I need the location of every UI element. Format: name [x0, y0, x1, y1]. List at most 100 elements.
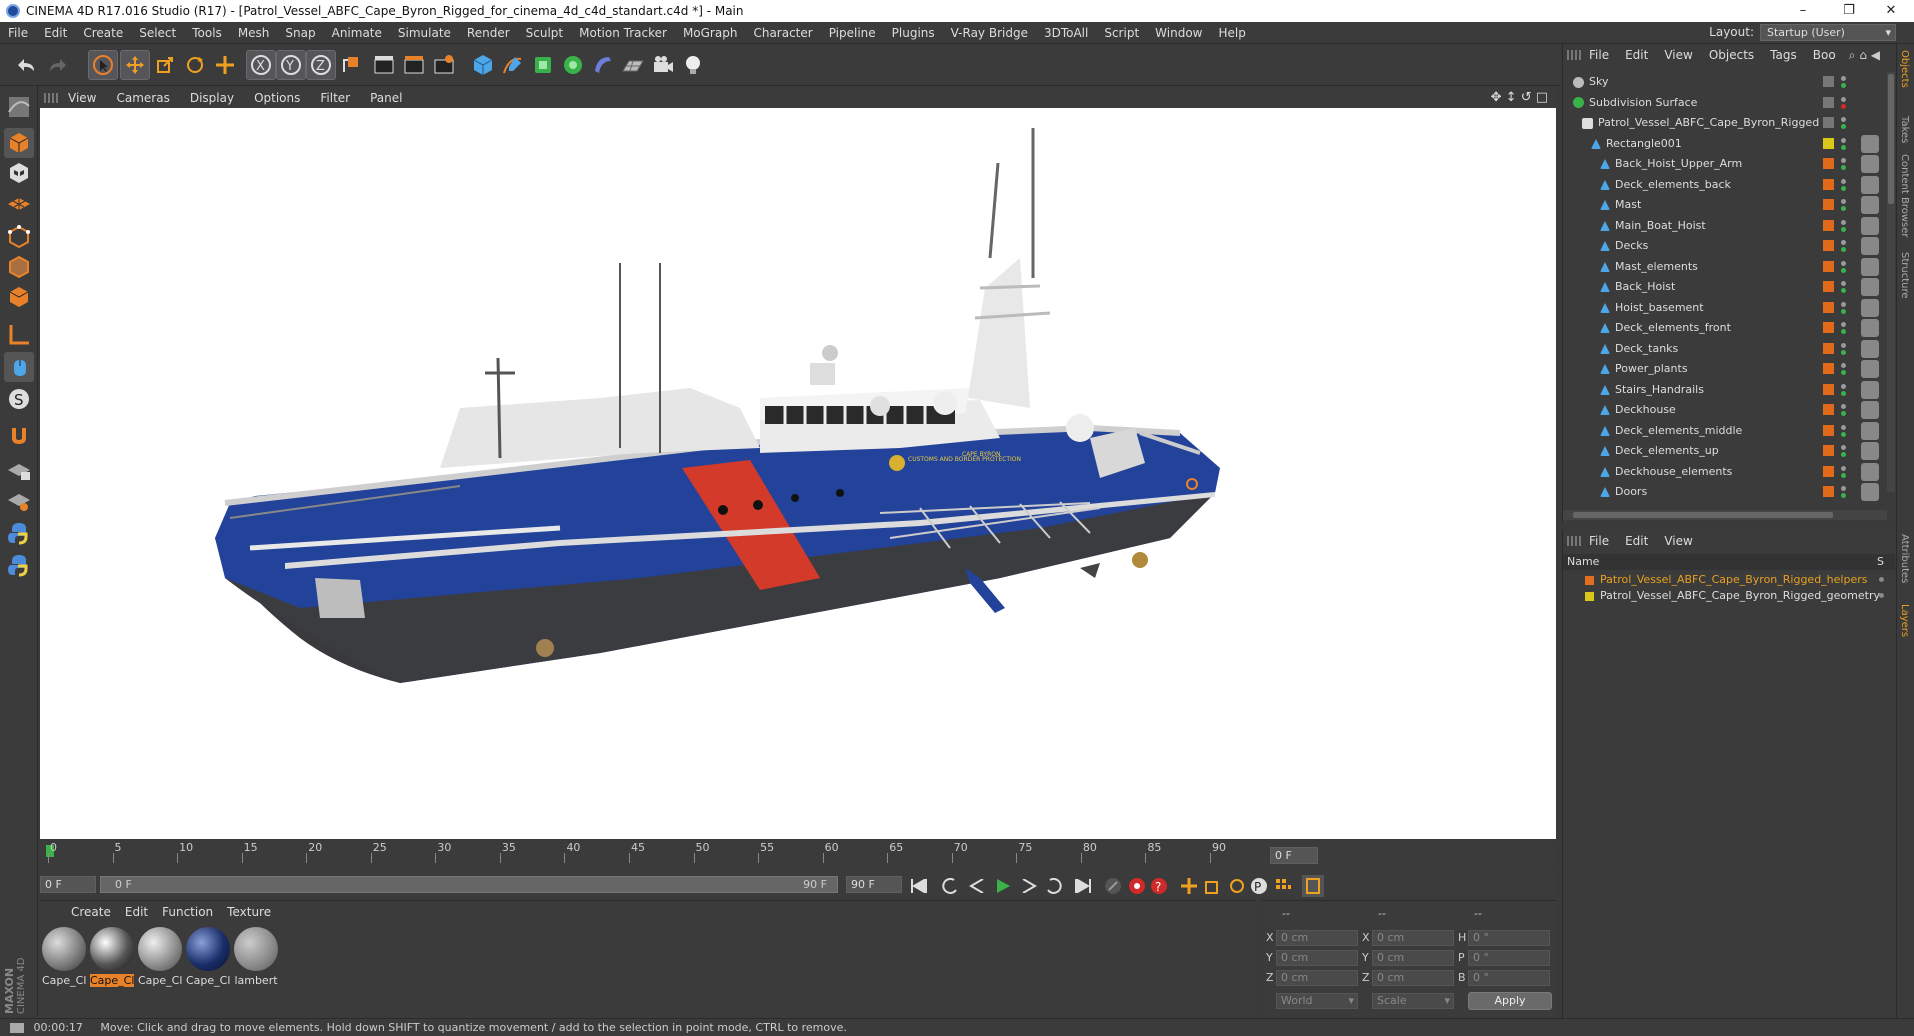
go-to-end-icon[interactable] — [1072, 875, 1094, 897]
layer-tag-icon[interactable] — [1823, 342, 1834, 354]
menu-script[interactable]: Script — [1096, 26, 1147, 40]
editor-visibility-dot[interactable] — [1841, 219, 1846, 225]
object-row[interactable]: Patrol_Vessel_ABFC_Cape_Byron_Rigged — [1563, 113, 1895, 133]
material-swatch-selected[interactable]: Cape_Cl — [90, 927, 134, 987]
object-row[interactable]: Power_plants — [1563, 359, 1895, 379]
rot-h-field[interactable]: 0 ° — [1468, 930, 1550, 946]
texture-mode-icon[interactable] — [4, 158, 34, 188]
menu-snap[interactable]: Snap — [277, 26, 323, 40]
editor-visibility-dot[interactable] — [1841, 117, 1846, 122]
menu-window[interactable]: Window — [1147, 26, 1210, 40]
undo-icon[interactable] — [10, 50, 40, 80]
render-visibility-dot[interactable] — [1841, 124, 1846, 129]
layer-tag-icon[interactable] — [1823, 281, 1834, 292]
render-visibility-dot[interactable] — [1841, 329, 1846, 334]
object-row[interactable]: Doors — [1563, 482, 1895, 502]
preview-range-slider[interactable]: 0 F 90 F — [100, 876, 838, 893]
object-hscrollbar[interactable] — [1563, 510, 1887, 520]
layer-solo-dot[interactable] — [1879, 593, 1884, 598]
scale-tool-icon[interactable] — [150, 50, 180, 80]
redo-icon[interactable] — [44, 50, 74, 80]
viewport-menu-panel[interactable]: Panel — [360, 91, 412, 105]
material-tag-icon[interactable] — [1861, 257, 1879, 276]
editor-visibility-dot[interactable] — [1841, 178, 1846, 184]
material-tag-icon[interactable] — [1861, 401, 1879, 419]
deformer-icon[interactable] — [588, 50, 618, 80]
render-visibility-dot[interactable] — [1841, 370, 1846, 375]
object-row[interactable]: Stairs_Handrails — [1563, 380, 1895, 400]
pos-z-field[interactable]: 0 cm — [1276, 970, 1358, 986]
render-visibility-dot[interactable] — [1841, 103, 1846, 109]
render-visibility-dot[interactable] — [1841, 247, 1846, 252]
layer-tag-icon[interactable] — [1823, 137, 1834, 149]
light-icon[interactable] — [678, 50, 708, 80]
object-row[interactable]: Mast — [1563, 195, 1895, 215]
object-menu-tags[interactable]: Tags — [1762, 48, 1805, 62]
object-menu-bookmarks[interactable]: Boo — [1805, 48, 1844, 62]
tab-attributes[interactable]: Attributes — [1899, 534, 1910, 583]
render-visibility-dot[interactable] — [1841, 165, 1846, 170]
cube-primitive-icon[interactable] — [468, 50, 498, 80]
current-frame-field[interactable]: 0 F — [1270, 847, 1318, 864]
python-script-2-icon[interactable] — [4, 550, 34, 580]
key-rotation-icon[interactable] — [1226, 875, 1248, 897]
material-tag-icon[interactable] — [1861, 339, 1879, 358]
key-scale-icon[interactable] — [1202, 875, 1224, 897]
object-search-icons[interactable]: ⌕ ⌂ ◀ — [1841, 48, 1888, 63]
go-to-start-icon[interactable] — [908, 875, 930, 897]
object-row[interactable]: Deck_elements_back — [1563, 175, 1895, 195]
menu-create[interactable]: Create — [75, 26, 131, 40]
menu-select[interactable]: Select — [131, 26, 184, 40]
subdivision-surface-icon[interactable] — [528, 50, 558, 80]
coordinate-space-dropdown[interactable]: World ▾ — [1276, 993, 1358, 1009]
editor-visibility-dot[interactable] — [1841, 383, 1846, 389]
menu-mesh[interactable]: Mesh — [230, 26, 278, 40]
editor-visibility-dot[interactable] — [1841, 465, 1846, 471]
material-tag-icon[interactable] — [1861, 462, 1879, 481]
render-visibility-dot[interactable] — [1841, 83, 1846, 88]
editor-visibility-dot[interactable] — [1841, 363, 1846, 368]
rotate-tool-icon[interactable] — [180, 50, 210, 80]
object-row[interactable]: Deckhouse_elements — [1563, 462, 1895, 482]
editor-visibility-dot[interactable] — [1841, 404, 1846, 409]
object-row[interactable]: Sky — [1563, 72, 1895, 92]
viewport-navigation-icons[interactable]: ✥ ↕ ↺ □ — [1491, 90, 1548, 105]
live-selection-icon[interactable] — [88, 50, 118, 80]
object-row[interactable]: Deck_elements_middle — [1563, 421, 1895, 441]
workplane-lock-icon[interactable] — [4, 456, 34, 486]
render-visibility-dot[interactable] — [1841, 472, 1846, 478]
python-script-icon[interactable] — [4, 518, 34, 548]
visibility-tag-icon[interactable] — [1823, 96, 1834, 108]
key-pla-icon[interactable] — [1272, 875, 1294, 897]
editor-visibility-dot[interactable] — [1841, 322, 1846, 327]
layer-row[interactable]: Patrol_Vessel_ABFC_Cape_Byron_Rigged_geo… — [1563, 588, 1895, 604]
material-swatch[interactable]: lambert — [234, 927, 278, 987]
next-frame-icon[interactable] — [1018, 875, 1040, 897]
material-tag-icon[interactable] — [1861, 483, 1879, 501]
magnet-icon[interactable] — [4, 420, 34, 450]
rot-b-field[interactable]: 0 ° — [1468, 970, 1550, 986]
tab-takes[interactable]: Takes — [1899, 116, 1910, 143]
3d-viewport[interactable]: CUSTOMS AND BORDER PROTECTION CAPE BYRON — [40, 108, 1556, 839]
menu-file[interactable]: File — [0, 26, 36, 40]
render-visibility-dot[interactable] — [1841, 144, 1846, 150]
object-row[interactable]: Deck_elements_front — [1563, 318, 1895, 338]
render-view-icon[interactable] — [370, 50, 400, 80]
transform-mode-dropdown[interactable]: Scale ▾ — [1372, 993, 1454, 1009]
tab-structure[interactable]: Structure — [1899, 252, 1910, 299]
menu-pipeline[interactable]: Pipeline — [821, 26, 884, 40]
object-tree[interactable]: Sky Subdivision Surface Patrol_Vessel_ABFC… — [1563, 72, 1895, 502]
layer-tag-icon[interactable] — [1823, 301, 1834, 313]
render-visibility-dot[interactable] — [1841, 411, 1846, 416]
pos-x-field[interactable]: 0 cm — [1276, 930, 1358, 946]
editor-visibility-dot[interactable] — [1841, 76, 1846, 81]
object-row[interactable]: Mast_elements — [1563, 257, 1895, 277]
material-tag-icon[interactable] — [1861, 380, 1879, 399]
menu-3dtoall[interactable]: 3DToAll — [1036, 26, 1096, 40]
editor-visibility-dot[interactable] — [1841, 301, 1846, 307]
material-tag-icon[interactable] — [1861, 155, 1879, 173]
start-frame-field[interactable]: 0 F — [40, 876, 96, 893]
key-position-icon[interactable] — [1178, 875, 1200, 897]
size-z-field[interactable]: 0 cm — [1372, 970, 1454, 986]
render-visibility-dot[interactable] — [1841, 349, 1846, 355]
